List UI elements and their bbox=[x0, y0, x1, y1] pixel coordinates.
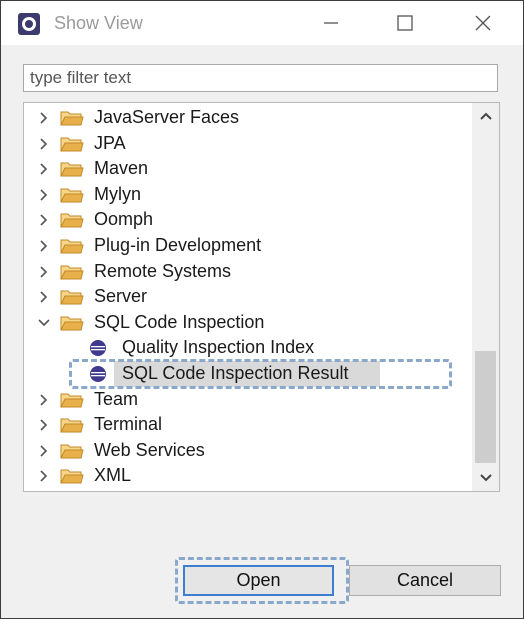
folder-icon bbox=[60, 393, 84, 408]
tree-item-label: Remote Systems bbox=[94, 260, 232, 281]
scroll-down-button[interactable] bbox=[472, 465, 499, 491]
tree-folder-item[interactable]: Mylyn bbox=[24, 182, 474, 208]
tree-item-label: Server bbox=[94, 286, 148, 307]
tree-item-label: Plug-in Development bbox=[94, 235, 262, 255]
tree-folder-item[interactable]: Maven bbox=[24, 156, 474, 182]
title-bar[interactable]: Show View bbox=[1, 1, 523, 45]
chevron-up-icon bbox=[479, 112, 492, 120]
chevron-down-icon[interactable] bbox=[36, 315, 52, 331]
open-highlight-frame bbox=[175, 557, 349, 604]
filter-box[interactable] bbox=[23, 64, 498, 92]
filter-input[interactable] bbox=[24, 65, 497, 91]
chevron-right-icon[interactable] bbox=[36, 136, 52, 152]
chevron-down-icon bbox=[479, 474, 492, 482]
tree-item-label: JavaServer Faces bbox=[94, 107, 240, 127]
folder-icon bbox=[60, 137, 84, 152]
tree-folder-item[interactable]: Plug-in Development bbox=[24, 233, 474, 259]
selection-highlight-frame bbox=[69, 359, 452, 389]
cancel-button[interactable]: Cancel bbox=[349, 565, 501, 596]
chevron-right-icon[interactable] bbox=[36, 212, 52, 228]
tree-folder-item[interactable]: Server bbox=[24, 284, 474, 310]
tree-folder-item[interactable]: JPA bbox=[24, 131, 474, 157]
chevron-right-icon[interactable] bbox=[36, 110, 52, 126]
chevron-right-icon[interactable] bbox=[36, 468, 52, 484]
folder-icon bbox=[60, 111, 84, 126]
tree-item-label: Web Services bbox=[94, 439, 205, 460]
eclipse-view-icon bbox=[90, 340, 106, 357]
chevron-right-icon[interactable] bbox=[36, 392, 52, 408]
close-icon bbox=[475, 15, 491, 31]
tree-folder-item[interactable]: Team bbox=[24, 387, 474, 413]
tree-item-label: Team bbox=[94, 388, 139, 409]
tree-folder-item[interactable]: XML bbox=[24, 463, 474, 489]
chevron-right-icon[interactable] bbox=[36, 264, 52, 280]
minimize-button[interactable] bbox=[311, 7, 351, 39]
chevron-right-icon[interactable] bbox=[36, 417, 52, 433]
tree-view-item[interactable]: Quality Inspection Index bbox=[24, 335, 474, 361]
folder-icon bbox=[60, 469, 84, 484]
tree-item-label: Mylyn bbox=[94, 183, 142, 204]
tree-item-label: Maven bbox=[94, 158, 149, 179]
chevron-right-icon[interactable] bbox=[36, 238, 52, 254]
show-view-dialog: Show View JavaServer Faces JPA Maven Mylyn O… bbox=[0, 0, 524, 619]
chevron-right-icon[interactable] bbox=[36, 187, 52, 203]
tree-item-label: XML bbox=[94, 465, 132, 486]
tree-folder-item[interactable]: Web Services bbox=[24, 438, 474, 464]
folder-icon bbox=[60, 444, 84, 459]
close-button[interactable] bbox=[463, 7, 503, 39]
eclipse-view-icon bbox=[18, 13, 40, 35]
chevron-right-icon[interactable] bbox=[36, 443, 52, 459]
tree-folder-item[interactable]: SQL Code Inspection bbox=[24, 310, 474, 336]
tree-folder-item[interactable]: Oomph bbox=[24, 207, 474, 233]
folder-icon bbox=[60, 418, 84, 433]
folder-icon bbox=[60, 188, 84, 203]
tree-item-label: Quality Inspection Index bbox=[122, 337, 315, 358]
maximize-button[interactable] bbox=[385, 7, 425, 39]
vertical-scrollbar[interactable] bbox=[472, 103, 499, 491]
folder-icon bbox=[60, 265, 84, 280]
tree-item-label: Oomph bbox=[94, 209, 154, 230]
folder-icon bbox=[60, 239, 84, 254]
window-title: Show View bbox=[54, 13, 143, 33]
chevron-right-icon[interactable] bbox=[36, 289, 52, 305]
folder-icon bbox=[60, 213, 84, 228]
tree-item-label: JPA bbox=[94, 132, 126, 153]
scrollbar-thumb[interactable] bbox=[475, 351, 496, 463]
folder-icon bbox=[60, 316, 84, 331]
tree-item-label: Terminal bbox=[94, 414, 163, 435]
minimize-icon bbox=[324, 22, 338, 24]
tree-item-label: SQL Code Inspection bbox=[94, 311, 265, 332]
scroll-up-button[interactable] bbox=[472, 103, 499, 129]
view-tree[interactable]: JavaServer Faces JPA Maven Mylyn Oomph Plug-i… bbox=[23, 102, 500, 492]
tree-folder-item[interactable]: JavaServer Faces bbox=[24, 105, 474, 131]
folder-icon bbox=[60, 290, 84, 305]
folder-icon bbox=[60, 162, 84, 177]
tree-folder-item[interactable]: Remote Systems bbox=[24, 259, 474, 285]
chevron-right-icon[interactable] bbox=[36, 161, 52, 177]
tree-folder-item[interactable]: Terminal bbox=[24, 412, 474, 438]
maximize-icon bbox=[397, 15, 413, 31]
